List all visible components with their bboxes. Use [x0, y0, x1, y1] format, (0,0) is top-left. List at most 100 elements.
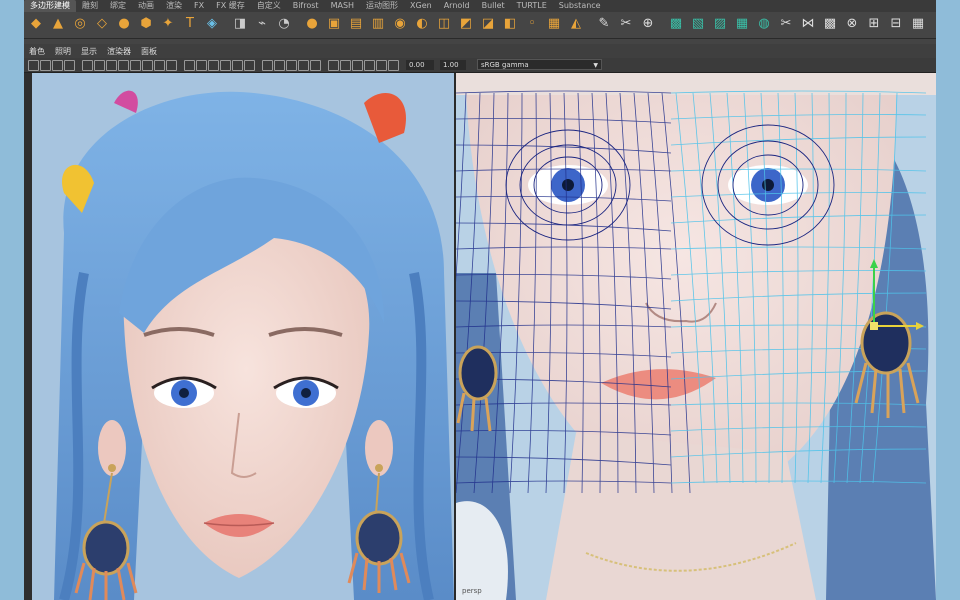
bookmark-icon[interactable] — [64, 60, 75, 71]
shelf-tab[interactable]: XGen — [404, 0, 438, 12]
xray-components-icon[interactable] — [364, 60, 375, 71]
xray-joints-icon[interactable] — [352, 60, 363, 71]
lock-camera-icon[interactable] — [52, 60, 63, 71]
shelf-tab[interactable]: TURTLE — [511, 0, 553, 12]
panel-menu-bar: 着色 照明 显示 渲染器 面板 — [24, 44, 936, 58]
colorspace-label: sRGB gamma — [481, 61, 529, 69]
disc-icon[interactable]: ● — [116, 16, 132, 32]
depth-of-field-icon[interactable] — [310, 60, 321, 71]
shelf-tab[interactable]: 雕刻 — [76, 0, 104, 12]
grid-icon[interactable]: ▦ — [910, 16, 926, 32]
menu-shading[interactable]: 着色 — [24, 46, 50, 57]
distribute-icon[interactable]: ⊟ — [888, 16, 904, 32]
combine-icon[interactable]: ▣ — [326, 16, 342, 32]
fill-icon[interactable]: ▦ — [546, 16, 562, 32]
screen-space-ao-icon[interactable] — [274, 60, 285, 71]
star-icon[interactable]: ✦ — [160, 16, 176, 32]
cube-icon[interactable]: ◆ — [28, 16, 44, 32]
shelf-tab[interactable]: MASH — [325, 0, 360, 12]
shelf-tab[interactable]: 动画 — [132, 0, 160, 12]
motion-blur-icon[interactable] — [286, 60, 297, 71]
merge-icon[interactable]: ◦ — [524, 16, 540, 32]
text-icon[interactable]: T — [182, 16, 198, 32]
layout-icon[interactable]: ▧ — [690, 16, 706, 32]
perspective-viewport[interactable]: persp — [456, 73, 936, 600]
shelf-tab[interactable]: Arnold — [438, 0, 476, 12]
sew-icon[interactable]: ⋈ — [800, 16, 816, 32]
shelf-tab[interactable]: Substance — [553, 0, 607, 12]
shelf-tab[interactable]: 绑定 — [104, 0, 132, 12]
pin-icon[interactable]: ⊗ — [844, 16, 860, 32]
separate-icon[interactable]: ▤ — [348, 16, 364, 32]
shadows-icon[interactable] — [262, 60, 273, 71]
anti-alias-icon[interactable] — [298, 60, 309, 71]
planar-icon[interactable]: ▦ — [734, 16, 750, 32]
flow-icon[interactable]: ◔ — [276, 16, 292, 32]
cone-icon[interactable]: ▲ — [50, 16, 66, 32]
shelf-tab[interactable]: 渲染 — [160, 0, 188, 12]
menu-renderer[interactable]: 渲染器 — [102, 46, 136, 57]
exposure-icon[interactable] — [376, 60, 387, 71]
target-weld-icon[interactable]: ⊕ — [640, 16, 656, 32]
menu-show[interactable]: 显示 — [76, 46, 102, 57]
platonic-icon[interactable]: ⬢ — [138, 16, 154, 32]
select-camera-icon[interactable] — [40, 60, 51, 71]
image-plane-icon[interactable] — [82, 60, 93, 71]
reference-image-panel[interactable] — [24, 73, 456, 600]
shelf-tab[interactable]: Bullet — [476, 0, 511, 12]
menu-panels[interactable]: 面板 — [136, 46, 162, 57]
shelf-tabs: 多边形建模 雕刻 绑定 动画 渲染 FX FX 缓存 自定义 Bifrost MASH 运动图形 XG… — [24, 0, 936, 12]
torus-icon[interactable]: ◎ — [72, 16, 88, 32]
smooth-shade-icon[interactable] — [196, 60, 207, 71]
wireframe-on-shaded-icon[interactable] — [220, 60, 231, 71]
xray-icon[interactable] — [340, 60, 351, 71]
wedge-icon[interactable]: ◭ — [568, 16, 584, 32]
wireframe-icon[interactable] — [184, 60, 195, 71]
safe-action-icon[interactable] — [154, 60, 165, 71]
exposure-field[interactable]: 0.00 — [406, 60, 434, 70]
gate-mask-icon[interactable] — [130, 60, 141, 71]
viewport-camera-label: persp — [462, 587, 482, 595]
pen-icon[interactable]: ✎ — [596, 16, 612, 32]
extract-icon[interactable]: ▥ — [370, 16, 386, 32]
group-icon[interactable]: ◨ — [232, 16, 248, 32]
shelf-tab[interactable]: FX — [188, 0, 210, 12]
uv-icon[interactable]: ▩ — [668, 16, 684, 32]
extrude-icon[interactable]: ◧ — [502, 16, 518, 32]
field-chart-icon[interactable] — [142, 60, 153, 71]
textured-icon[interactable] — [232, 60, 243, 71]
multicut-icon[interactable]: ✂ — [618, 16, 634, 32]
shelf-tab[interactable]: 运动图形 — [360, 0, 404, 12]
gamma-field[interactable]: 1.00 — [440, 60, 466, 70]
left-border — [0, 0, 24, 600]
default-material-icon[interactable] — [208, 60, 219, 71]
safe-title-icon[interactable] — [166, 60, 177, 71]
shelf-tab[interactable]: FX 缓存 — [210, 0, 251, 12]
sphere-icon[interactable]: ● — [304, 16, 320, 32]
plane-icon[interactable]: ◇ — [94, 16, 110, 32]
shelf-tab[interactable]: 多边形建模 — [24, 0, 76, 12]
isolate-select-icon[interactable] — [328, 60, 339, 71]
menu-lighting[interactable]: 照明 — [50, 46, 76, 57]
gamma-icon[interactable] — [388, 60, 399, 71]
checker-icon[interactable]: ▩ — [822, 16, 838, 32]
automatic-icon[interactable]: ◍ — [756, 16, 772, 32]
colorspace-dropdown[interactable]: sRGB gamma ▼ — [477, 59, 602, 70]
bridge-icon[interactable]: ◪ — [480, 16, 496, 32]
svg-icon[interactable]: ◈ — [204, 16, 220, 32]
shelf-tab[interactable]: Bifrost — [287, 0, 325, 12]
path-icon[interactable]: ⌁ — [254, 16, 270, 32]
unfold-icon[interactable]: ▨ — [712, 16, 728, 32]
shelf-tab[interactable]: 自定义 — [251, 0, 287, 12]
grid-icon[interactable] — [94, 60, 105, 71]
cut-uv-icon[interactable]: ✂ — [778, 16, 794, 32]
boolean-icon[interactable]: ◐ — [414, 16, 430, 32]
bevel-icon[interactable]: ◩ — [458, 16, 474, 32]
mirror-icon[interactable]: ◫ — [436, 16, 452, 32]
camera-icon[interactable] — [28, 60, 39, 71]
resolution-gate-icon[interactable] — [118, 60, 129, 71]
film-gate-icon[interactable] — [106, 60, 117, 71]
lights-icon[interactable] — [244, 60, 255, 71]
snap-icon[interactable]: ⊞ — [866, 16, 882, 32]
smooth-icon[interactable]: ◉ — [392, 16, 408, 32]
